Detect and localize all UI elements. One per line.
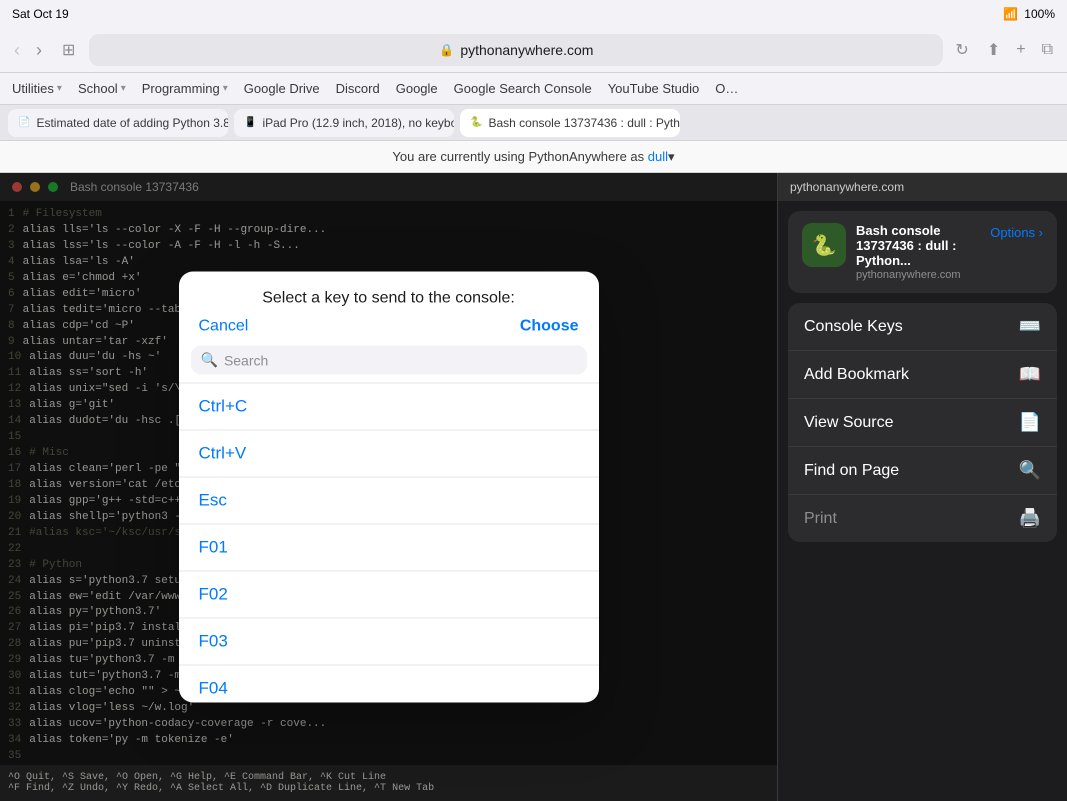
panel-menu-icon: 🔍: [1019, 460, 1041, 481]
smart-banner-text: You are currently using PythonAnywhere a…: [392, 149, 644, 164]
tab-bar: 📄 Estimated date of adding Python 3.8 sup…: [0, 104, 1067, 140]
tab-label: Estimated date of adding Python 3.8 supp…: [36, 116, 228, 130]
right-panel: pythonanywhere.com 🐍 Bash console 137374…: [777, 173, 1067, 801]
tab-label: iPad Pro (12.9 inch, 2018), no keyboard …: [262, 116, 454, 130]
panel-menu-item[interactable]: Add Bookmark 📖: [788, 351, 1057, 399]
modal-key-item[interactable]: F04: [179, 666, 599, 703]
bookmark-item[interactable]: YouTube Studio: [608, 81, 700, 96]
browser-tab[interactable]: 📱 iPad Pro (12.9 inch, 2018), no keyboard…: [234, 109, 454, 137]
browser-tab[interactable]: 🐍 Bash console 13737436 : dull : PythonAn…: [460, 109, 680, 137]
modal-key-item[interactable]: Ctrl+C: [179, 384, 599, 431]
terminal: Bash console 13737436 1# Filesystem 2ali…: [0, 173, 777, 801]
nav-bar: ‹ › ⊞ 🔒 pythonanywhere.com ↻ ⬆ + ⧉: [0, 28, 1067, 72]
panel-menu-icon: 📖: [1019, 364, 1041, 385]
panel-menu-item[interactable]: View Source 📄: [788, 399, 1057, 447]
new-tab-button[interactable]: +: [1010, 36, 1031, 64]
bookmark-arrow-icon: ▾: [57, 83, 62, 94]
bookmark-item[interactable]: Programming▾: [142, 81, 228, 96]
bookmark-bar: Utilities▾ School▾ Programming▾ Google Driv…: [0, 72, 1067, 104]
back-button[interactable]: ‹: [8, 36, 26, 65]
modal-key-item[interactable]: F02: [179, 572, 599, 619]
panel-menu-icon: 🖨️: [1019, 508, 1041, 529]
battery-display: 100%: [1024, 7, 1055, 21]
modal-key-item[interactable]: Esc: [179, 478, 599, 525]
bookmark-item[interactable]: Google Drive: [244, 81, 320, 96]
modal-search-input[interactable]: [224, 352, 577, 368]
modal-cancel-button[interactable]: Cancel: [199, 318, 249, 336]
modal-search-container: 🔍: [191, 346, 587, 375]
share-button[interactable]: ⬆: [981, 36, 1006, 64]
bookmark-item[interactable]: School▾: [78, 81, 126, 96]
modal-choose-button[interactable]: Choose: [520, 318, 579, 336]
panel-app-name: Bash console 13737436 : dull : Python...: [856, 223, 980, 268]
panel-notification: 🐍 Bash console 13737436 : dull : Python.…: [788, 211, 1057, 293]
modal-key-item[interactable]: F03: [179, 619, 599, 666]
bookmark-arrow-icon: ▾: [121, 83, 126, 94]
key-modal: Select a key to send to the console: Can…: [179, 272, 599, 703]
wifi-icon: 📶: [1003, 7, 1018, 21]
browser-tab[interactable]: 📄 Estimated date of adding Python 3.8 sup…: [8, 109, 228, 137]
address-bar[interactable]: 🔒 pythonanywhere.com: [89, 34, 943, 66]
reader-button[interactable]: ⊞: [56, 36, 81, 64]
panel-title: pythonanywhere.com: [790, 180, 904, 194]
url-display: pythonanywhere.com: [460, 42, 593, 58]
panel-menu-label: View Source: [804, 414, 1007, 432]
panel-options-button[interactable]: Options ›: [990, 225, 1043, 240]
bookmark-item[interactable]: Google: [396, 81, 438, 96]
tabs-overview-button[interactable]: ⧉: [1036, 36, 1059, 64]
reader-icon: ⊞: [62, 42, 75, 59]
bookmark-arrow-icon: ▾: [223, 83, 228, 94]
panel-menu-item[interactable]: Find on Page 🔍: [788, 447, 1057, 495]
panel-app-icon: 🐍: [802, 223, 846, 267]
panel-menu-label: Find on Page: [804, 462, 1007, 480]
status-bar: Sat Oct 19 📶 100%: [0, 0, 1067, 28]
modal-key-item[interactable]: Ctrl+V: [179, 431, 599, 478]
right-panel-header: pythonanywhere.com: [778, 173, 1067, 201]
time-display: Sat Oct 19: [12, 7, 69, 21]
panel-notification-site: pythonanywhere.com: [856, 269, 980, 281]
tab-label: Bash console 13737436 : dull : PythonAny…: [488, 116, 680, 130]
lock-icon: 🔒: [439, 43, 454, 57]
panel-menu-icon: 📄: [1019, 412, 1041, 433]
nav-buttons: ‹ ›: [8, 36, 48, 65]
reload-button[interactable]: ↻: [951, 36, 972, 64]
smart-banner: You are currently using PythonAnywhere a…: [0, 141, 1067, 173]
nav-actions: ⬆ + ⧉: [981, 36, 1059, 64]
status-right: 📶 100%: [1003, 7, 1055, 21]
bookmark-item[interactable]: Discord: [336, 81, 380, 96]
bookmark-item[interactable]: O…: [715, 81, 738, 96]
panel-menu-icon: ⌨️: [1019, 316, 1041, 337]
tab-favicon: 📱: [244, 117, 256, 128]
modal-title: Select a key to send to the console:: [199, 290, 579, 308]
bookmark-item[interactable]: Google Search Console: [454, 81, 592, 96]
panel-menu-item[interactable]: Print 🖨️: [788, 495, 1057, 542]
tab-favicon: 📄: [18, 117, 30, 128]
panel-menu-label: Add Bookmark: [804, 366, 1007, 384]
bookmark-item[interactable]: Utilities▾: [12, 81, 62, 96]
tab-favicon: 🐍: [470, 117, 482, 128]
panel-menu-label: Print: [804, 510, 1007, 528]
modal-key-item[interactable]: F01: [179, 525, 599, 572]
forward-button[interactable]: ›: [30, 36, 48, 65]
smart-banner-user[interactable]: dull: [648, 149, 668, 164]
smart-banner-dropdown[interactable]: ▾: [668, 149, 675, 165]
panel-menu: Console Keys ⌨️ Add Bookmark 📖 View Source 📄 F…: [788, 303, 1057, 542]
main-layout: Bash console 13737436 1# Filesystem 2ali…: [0, 173, 1067, 801]
modal-header: Select a key to send to the console:: [179, 272, 599, 318]
modal-search-icon: 🔍: [201, 352, 218, 369]
modal-actions: Cancel Choose: [179, 318, 599, 346]
panel-menu-item[interactable]: Console Keys ⌨️: [788, 303, 1057, 351]
browser-chrome: ‹ › ⊞ 🔒 pythonanywhere.com ↻ ⬆ + ⧉ Utili…: [0, 28, 1067, 141]
panel-menu-label: Console Keys: [804, 318, 1007, 336]
status-left: Sat Oct 19: [12, 7, 69, 21]
panel-notification-text: Bash console 13737436 : dull : Python...…: [856, 223, 980, 281]
modal-key-list: Ctrl+CCtrl+VEscF01F02F03F04F05F06F07F08: [179, 383, 599, 703]
